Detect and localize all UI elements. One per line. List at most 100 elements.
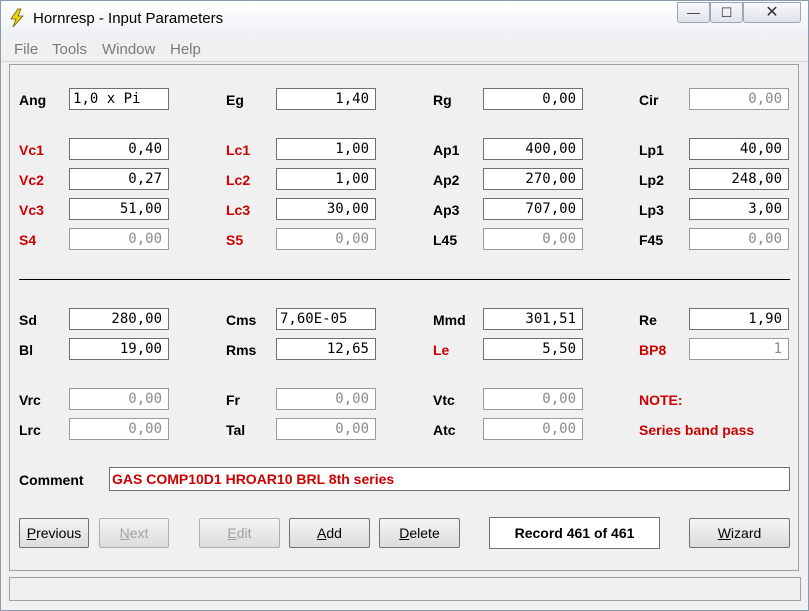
previous-label: revious bbox=[36, 525, 82, 541]
cir-label: Cir bbox=[639, 92, 659, 108]
vc2-field[interactable]: 0,27 bbox=[69, 168, 169, 190]
vtc-field[interactable]: 0,00 bbox=[483, 388, 583, 410]
eg-field[interactable]: 1,40 bbox=[276, 88, 376, 110]
s5-label: S5 bbox=[226, 232, 244, 248]
vc1-label: Vc1 bbox=[19, 142, 44, 158]
edit-label: dit bbox=[236, 525, 252, 541]
ap3-label: Ap3 bbox=[433, 202, 460, 218]
menu-bar: File Tools Window Help bbox=[2, 38, 808, 62]
lrc-field[interactable]: 0,00 bbox=[69, 418, 169, 440]
vc3-label: Vc3 bbox=[19, 202, 44, 218]
close-icon: ✕ bbox=[765, 4, 779, 21]
le-label: Le bbox=[433, 342, 450, 358]
rg-field[interactable]: 0,00 bbox=[483, 88, 583, 110]
lc2-label: Lc2 bbox=[226, 172, 251, 188]
tal-label: Tal bbox=[226, 422, 246, 438]
s5-field[interactable]: 0,00 bbox=[276, 228, 376, 250]
ap2-field[interactable]: 270,00 bbox=[483, 168, 583, 190]
edit-mnemonic: E bbox=[227, 525, 237, 541]
lc1-label: Lc1 bbox=[226, 142, 251, 158]
vc3-field[interactable]: 51,00 bbox=[69, 198, 169, 220]
lp3-field[interactable]: 3,00 bbox=[689, 198, 789, 220]
maximize-icon: ☐ bbox=[720, 5, 733, 20]
bp8-label: BP8 bbox=[639, 342, 667, 358]
vrc-field[interactable]: 0,00 bbox=[69, 388, 169, 410]
menu-help[interactable]: Help bbox=[170, 41, 201, 58]
hornresp-window: Hornresp - Input Parameters — ☐ ✕ File T… bbox=[0, 0, 809, 611]
minimize-button[interactable]: — bbox=[677, 2, 710, 23]
ap1-label: Ap1 bbox=[433, 142, 460, 158]
record-indicator: Record 461 of 461 bbox=[489, 517, 660, 549]
next-button[interactable]: Next bbox=[99, 518, 169, 548]
ap3-field[interactable]: 707,00 bbox=[483, 198, 583, 220]
delete-label: elete bbox=[409, 525, 440, 541]
lc3-field[interactable]: 30,00 bbox=[276, 198, 376, 220]
re-field[interactable]: 1,90 bbox=[689, 308, 789, 330]
f45-field[interactable]: 0,00 bbox=[689, 228, 789, 250]
mmd-field[interactable]: 301,51 bbox=[483, 308, 583, 330]
fr-label: Fr bbox=[226, 392, 240, 408]
f45-label: F45 bbox=[639, 232, 664, 248]
menu-tools[interactable]: Tools bbox=[52, 41, 87, 58]
close-button[interactable]: ✕ bbox=[743, 2, 801, 23]
tal-field[interactable]: 0,00 bbox=[276, 418, 376, 440]
atc-label: Atc bbox=[433, 422, 456, 438]
lp3-label: Lp3 bbox=[639, 202, 664, 218]
edit-button[interactable]: Edit bbox=[199, 518, 280, 548]
section-divider bbox=[19, 279, 790, 280]
status-bar bbox=[9, 577, 801, 601]
le-field[interactable]: 5,50 bbox=[483, 338, 583, 360]
minimize-icon: — bbox=[687, 5, 700, 20]
l45-label: L45 bbox=[433, 232, 458, 248]
rg-label: Rg bbox=[433, 92, 452, 108]
menu-file[interactable]: File bbox=[14, 41, 38, 58]
comment-field[interactable]: GAS COMP10D1 HROAR10 BRL 8th series bbox=[109, 467, 790, 491]
previous-button[interactable]: Previous bbox=[19, 518, 89, 548]
maximize-button[interactable]: ☐ bbox=[710, 2, 743, 23]
rms-label: Rms bbox=[226, 342, 257, 358]
vrc-label: Vrc bbox=[19, 392, 41, 408]
vc2-label: Vc2 bbox=[19, 172, 44, 188]
add-label: dd bbox=[326, 525, 342, 541]
mmd-label: Mmd bbox=[433, 312, 466, 328]
lp1-label: Lp1 bbox=[639, 142, 664, 158]
eg-label: Eg bbox=[226, 92, 244, 108]
sd-label: Sd bbox=[19, 312, 37, 328]
lp2-field[interactable]: 248,00 bbox=[689, 168, 789, 190]
fr-field[interactable]: 0,00 bbox=[276, 388, 376, 410]
rms-field[interactable]: 12,65 bbox=[276, 338, 376, 360]
wizard-button[interactable]: Wizard bbox=[689, 518, 790, 548]
s4-field[interactable]: 0,00 bbox=[69, 228, 169, 250]
cms-label: Cms bbox=[226, 312, 257, 328]
previous-mnemonic: P bbox=[26, 525, 37, 541]
title-bar[interactable]: Hornresp - Input Parameters — ☐ ✕ bbox=[1, 1, 808, 36]
sd-field[interactable]: 280,00 bbox=[69, 308, 169, 330]
lc3-label: Lc3 bbox=[226, 202, 251, 218]
re-label: Re bbox=[639, 312, 657, 328]
add-button[interactable]: Add bbox=[289, 518, 370, 548]
vtc-label: Vtc bbox=[433, 392, 455, 408]
bl-field[interactable]: 19,00 bbox=[69, 338, 169, 360]
ap1-field[interactable]: 400,00 bbox=[483, 138, 583, 160]
lrc-label: Lrc bbox=[19, 422, 41, 438]
lp1-field[interactable]: 40,00 bbox=[689, 138, 789, 160]
ap2-label: Ap2 bbox=[433, 172, 460, 188]
lightning-bolt-icon bbox=[10, 8, 24, 28]
wizard-mnemonic: W bbox=[717, 525, 731, 541]
lc2-field[interactable]: 1,00 bbox=[276, 168, 376, 190]
menu-window[interactable]: Window bbox=[102, 41, 155, 58]
cms-field[interactable]: 7,60E-05 bbox=[276, 308, 376, 330]
vc1-field[interactable]: 0,40 bbox=[69, 138, 169, 160]
add-mnemonic: A bbox=[317, 525, 327, 541]
bl-label: Bl bbox=[19, 342, 33, 358]
s4-label: S4 bbox=[19, 232, 37, 248]
delete-button[interactable]: Delete bbox=[379, 518, 460, 548]
ang-field[interactable]: 1,0 x Pi bbox=[69, 88, 169, 110]
lc1-field[interactable]: 1,00 bbox=[276, 138, 376, 160]
l45-field[interactable]: 0,00 bbox=[483, 228, 583, 250]
atc-field[interactable]: 0,00 bbox=[483, 418, 583, 440]
comment-label: Comment bbox=[19, 472, 84, 488]
cir-field[interactable]: 0,00 bbox=[689, 88, 789, 110]
bp8-field[interactable]: 1 bbox=[689, 338, 789, 360]
ang-label: Ang bbox=[19, 92, 47, 108]
